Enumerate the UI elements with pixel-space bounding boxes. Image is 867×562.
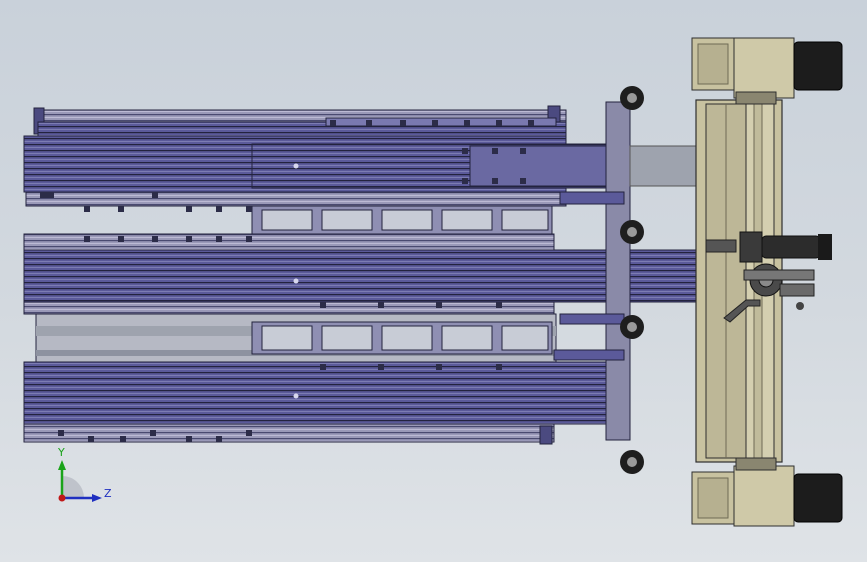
coordinate-triad: Y Z [57,446,112,502]
cross-member-upper [251,205,553,235]
top-rail-bar [33,105,567,137]
caster-wheel-1 [620,86,644,110]
axis-z-label: Z [104,487,112,500]
mounting-plate [629,145,703,187]
middle-rail-panel [23,233,697,315]
top-drive-unit [691,37,843,105]
caster-wheel-3 [620,315,644,339]
caster-wheel-4 [620,450,644,474]
cad-viewport[interactable]: Y Z [0,0,867,562]
assembly-drawing: Y Z [23,37,843,527]
bottom-drive-unit [691,457,843,527]
top-rail-panel [23,135,611,207]
axis-y-label: Y [57,446,65,459]
cross-member-lower [251,321,553,355]
caster-wheel-2 [620,220,644,244]
bottom-rail-panel [23,361,625,445]
